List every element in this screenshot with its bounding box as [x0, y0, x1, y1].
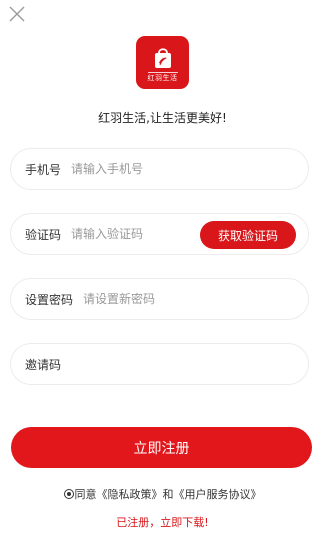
service-agreement-link[interactable]: 《用户服务协议》 — [174, 488, 262, 501]
agree-and: 和 — [162, 488, 174, 501]
password-input[interactable] — [83, 292, 204, 306]
code-label: 验证码 — [25, 227, 62, 242]
code-input[interactable] — [71, 227, 192, 241]
close-button[interactable] — [7, 4, 27, 24]
phone-label: 手机号 — [25, 162, 62, 177]
register-button[interactable]: 立即注册 — [11, 427, 312, 468]
code-field[interactable]: 验证码 获取验证码 — [10, 213, 309, 255]
get-code-button[interactable]: 获取验证码 — [200, 221, 296, 249]
password-label: 设置密码 — [25, 292, 74, 307]
logo-text: 红羽生活 — [147, 71, 178, 82]
app-logo: 红羽生活 — [136, 36, 189, 89]
tagline: 红羽生活,让生活更美好! — [98, 111, 227, 125]
invite-input[interactable] — [71, 357, 192, 371]
close-icon — [9, 6, 25, 22]
invite-field[interactable]: 邀请码 — [10, 343, 309, 385]
agree-radio[interactable] — [63, 489, 74, 499]
login-link[interactable]: 已注册，立即下载! — [0, 514, 325, 530]
shopping-bag-icon — [154, 47, 171, 68]
phone-field[interactable]: 手机号 — [10, 148, 309, 190]
agreement-line: 同意《隐私政策》和《用户服务协议》 — [0, 486, 325, 502]
password-field[interactable]: 设置密码 — [10, 278, 309, 320]
phone-input[interactable] — [71, 162, 192, 176]
privacy-policy-link[interactable]: 《隐私政策》 — [97, 488, 163, 501]
invite-label: 邀请码 — [25, 357, 62, 372]
agree-prefix: 同意 — [74, 488, 97, 501]
